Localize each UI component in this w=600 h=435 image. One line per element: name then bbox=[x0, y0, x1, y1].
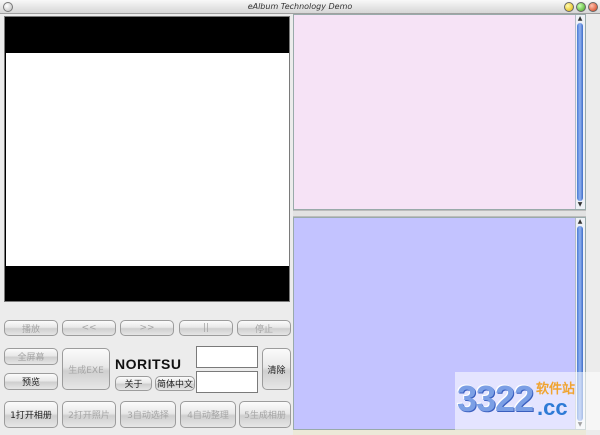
album-list-pane[interactable]: ▲ ▼ bbox=[293, 14, 586, 210]
rewind-button[interactable]: << bbox=[62, 320, 116, 336]
top-pane-scrollbar[interactable]: ▲ ▼ bbox=[575, 15, 585, 209]
pane-splitter[interactable] bbox=[293, 210, 600, 217]
scroll-up-icon[interactable]: ▲ bbox=[576, 218, 584, 226]
about-button[interactable]: 关于 bbox=[115, 376, 152, 391]
window-title: eAlbum Technology Demo bbox=[247, 2, 353, 11]
watermark-number: 3322 bbox=[457, 378, 534, 419]
bottom-text-field[interactable] bbox=[196, 371, 258, 393]
forward-button[interactable]: >> bbox=[120, 320, 174, 336]
top-text-field[interactable] bbox=[196, 346, 258, 368]
scroll-down-icon[interactable]: ▼ bbox=[576, 201, 584, 209]
maximize-icon[interactable] bbox=[576, 2, 586, 12]
close-icon[interactable] bbox=[588, 2, 598, 12]
minimize-icon[interactable] bbox=[564, 2, 574, 12]
pause-button[interactable]: || bbox=[179, 320, 233, 336]
preview-button[interactable]: 预览 bbox=[4, 373, 58, 390]
scroll-thumb[interactable] bbox=[577, 23, 583, 201]
stop-button[interactable]: 停止 bbox=[237, 320, 291, 336]
step-auto-arrange-button[interactable]: 4自动整理 bbox=[180, 401, 236, 428]
step-open-photos-button[interactable]: 2打开照片 bbox=[62, 401, 116, 428]
scroll-up-icon[interactable]: ▲ bbox=[576, 15, 584, 23]
step-open-album-button[interactable]: 1打开相册 bbox=[4, 401, 58, 428]
watermark-domain: .cc bbox=[537, 395, 568, 420]
photo-preview bbox=[4, 16, 290, 302]
brand-label: NORITSU bbox=[115, 356, 182, 372]
step-auto-select-button[interactable]: 3自动选择 bbox=[120, 401, 176, 428]
generate-exe-button[interactable]: 生成EXE bbox=[62, 348, 110, 390]
clear-button[interactable]: 清除 bbox=[262, 348, 291, 390]
language-button[interactable]: 简体中文 bbox=[155, 376, 195, 391]
step-generate-album-button[interactable]: 5生成相册 bbox=[239, 401, 291, 428]
fullscreen-button[interactable]: 全屏幕 bbox=[4, 348, 58, 365]
preview-canvas bbox=[6, 53, 289, 266]
play-button[interactable]: 播放 bbox=[4, 320, 58, 336]
